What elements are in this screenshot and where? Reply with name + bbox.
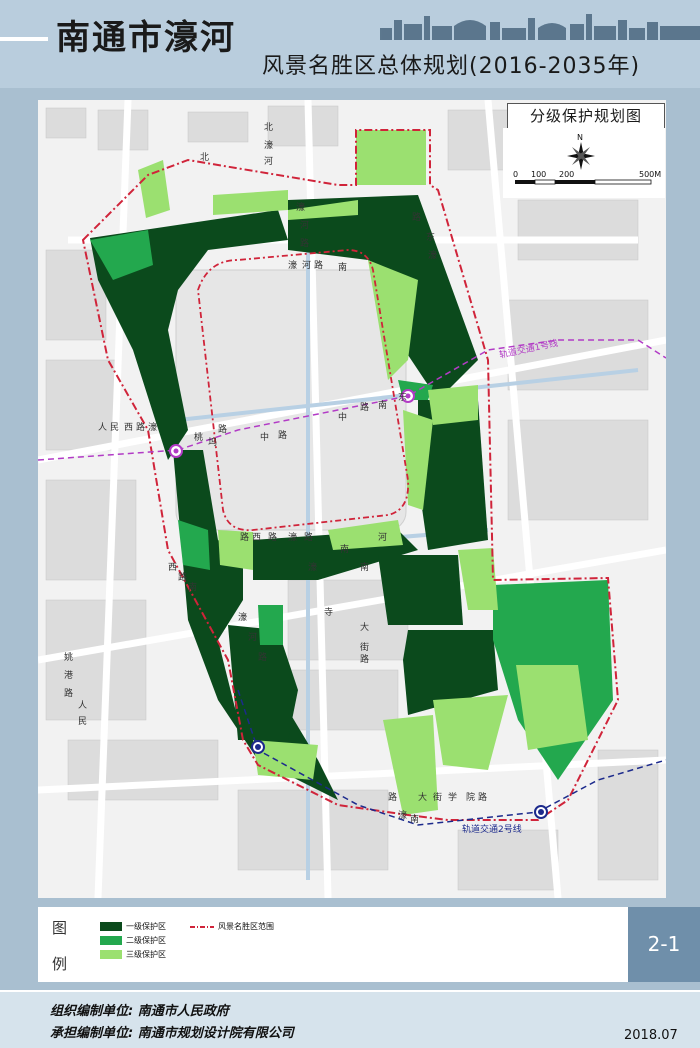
legend-item-level3: 三级保护区	[126, 950, 166, 959]
road-label: 路	[300, 237, 309, 249]
scale-label-0: 0	[513, 170, 518, 179]
road-label: 路	[314, 259, 323, 271]
road-label: 濠	[308, 561, 317, 573]
legend-item-boundary: 风景名胜区范围	[218, 922, 274, 931]
legend-label-bottom: 例	[52, 955, 68, 973]
road-label: 大	[360, 621, 369, 633]
road-label: 路	[268, 531, 277, 543]
scale-label-100: 100	[531, 170, 546, 179]
road-label: 中	[260, 431, 269, 443]
footer-date: 2018.07	[624, 1028, 678, 1043]
road-label: 中	[338, 411, 347, 423]
road-label: 街	[433, 791, 442, 803]
road-label: 南	[410, 813, 419, 825]
road-label: 院	[466, 791, 475, 803]
road-label: 寺	[324, 607, 333, 618]
road-label: 南	[360, 561, 369, 573]
road-label: 濠	[296, 201, 305, 213]
road-label: 民	[78, 716, 87, 727]
road-label: 河	[300, 219, 309, 231]
metro2-label: 轨道交通2号线	[462, 823, 522, 835]
map-frame: 轨道交通1号线 轨道交通2号线 濠河路北濠河路东濠南大街寺路桃坞路姚港路人民中路…	[38, 100, 666, 898]
road-label: 路	[388, 791, 397, 803]
metro2-station-west-dot	[255, 744, 261, 750]
metro1-station-west-dot	[173, 448, 179, 454]
footer-org-2: 承担编制单位: 南通市规划设计院有限公司	[50, 1026, 294, 1041]
scale-label-500: 500M	[639, 170, 661, 179]
road-label: 南	[188, 581, 197, 593]
road-label: 濠	[428, 249, 437, 261]
map-title: 分级保护规划图	[507, 103, 665, 129]
legend-swatch-boundary	[190, 926, 214, 928]
road-label: 路	[136, 421, 145, 433]
road-label: 民	[110, 422, 119, 433]
page-title: 南通市濠河	[56, 18, 236, 58]
footer-org-1: 组织编制单位: 南通市人民政府	[50, 1004, 229, 1019]
legend-swatch-level1	[100, 922, 122, 931]
compass-north-label: N	[577, 133, 583, 142]
page-number: 2-1	[628, 907, 700, 982]
road-label: 路	[178, 571, 187, 583]
skyline-decoration	[380, 14, 700, 40]
road-label: 西	[124, 422, 133, 433]
road-label: 路	[478, 791, 487, 803]
road-label: 河	[378, 531, 387, 543]
scale-label-200: 200	[559, 170, 574, 179]
road-label: 路	[360, 653, 369, 665]
map-canvas: 轨道交通1号线 轨道交通2号线 濠河路北濠河路东濠南大街寺路桃 坞路姚港路人民中路…	[38, 100, 666, 898]
page-subtitle: 风景名胜区总体规划(2016-2035年)	[262, 54, 641, 79]
road-label: 大	[418, 791, 427, 803]
road-label: 濠	[148, 421, 157, 433]
scale-bar	[515, 179, 652, 185]
road-label: 路	[258, 651, 267, 663]
legend-swatch-level2	[100, 936, 122, 945]
road-label: 濠	[238, 611, 247, 623]
legend-item-level1: 一级保护区	[126, 922, 166, 931]
legend-swatch-level3	[100, 950, 122, 959]
level3-north-park	[356, 130, 426, 185]
metro2-station-east-dot	[538, 809, 544, 815]
road-label: 南	[340, 543, 349, 555]
road-label: 河	[264, 155, 273, 167]
road-label: 路	[218, 423, 227, 435]
road-label: 人	[78, 700, 87, 711]
legend-label-top: 图	[52, 919, 68, 937]
road-label: 西	[168, 562, 177, 573]
road-label: 濠	[288, 531, 297, 543]
road-label: 东	[426, 231, 435, 243]
road-label: 濠	[264, 139, 273, 151]
road-label: 坞	[208, 436, 217, 448]
road-label: 桃	[194, 431, 203, 443]
road-label: 港	[64, 669, 73, 681]
road-label: 人	[98, 422, 107, 433]
road-label: 北	[200, 152, 209, 163]
footer: 组织编制单位: 南通市人民政府 承担编制单位: 南通市规划设计院有限公司	[0, 990, 700, 1048]
road-label: 路	[304, 531, 313, 543]
road-label: 路	[360, 401, 369, 413]
road-label: 北	[264, 122, 273, 133]
road-label: 濠	[398, 809, 407, 821]
road-label: 街	[360, 641, 369, 653]
road-label: 河	[248, 631, 257, 643]
road-label: 南	[338, 261, 347, 273]
title-accent-bar	[0, 37, 48, 41]
road-label: 路	[412, 211, 421, 223]
legend: 图 例 一级保护区 二级保护区 三级保护区 风景名胜区范围	[38, 907, 628, 982]
road-label: 学	[448, 791, 457, 803]
compass-scale-box: N 0 100 200 500M	[503, 128, 665, 198]
header: 南通市濠河 风景名胜区总体规划(2016-2035年)	[0, 0, 700, 88]
footer-stripe-top	[0, 990, 700, 992]
legend-item-level2: 二级保护区	[126, 936, 166, 945]
road-label: 路	[278, 429, 287, 441]
road-label: 路	[64, 687, 73, 699]
compass-rose-icon	[567, 142, 595, 170]
road-label: 东	[398, 391, 407, 403]
road-label: 路	[240, 531, 249, 543]
road-label: 濠	[288, 259, 297, 271]
road-label: 南	[378, 399, 387, 411]
road-label: 河	[302, 259, 311, 271]
road-label: 姚	[64, 651, 73, 663]
road-label: 西	[252, 532, 261, 543]
